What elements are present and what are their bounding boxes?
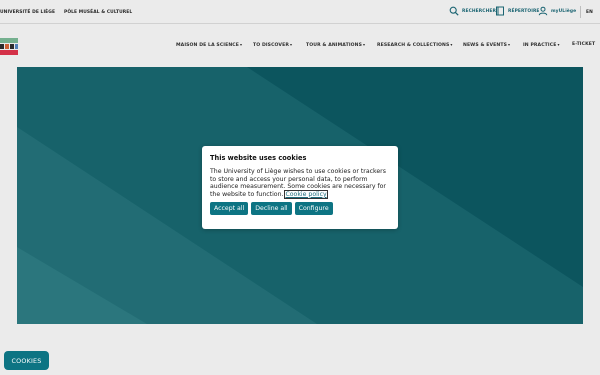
cookie-consent-dialog: This website uses cookies The University… xyxy=(202,146,398,229)
configure-button[interactable]: Configure xyxy=(294,202,333,216)
cookie-dialog-title: This website uses cookies xyxy=(210,154,307,162)
accept-all-button[interactable]: Accept all xyxy=(210,202,249,216)
cookie-policy-link[interactable]: Cookie policy xyxy=(284,189,328,199)
cookie-dialog-body: The University of Liège wishes to use co… xyxy=(210,168,390,199)
cookies-settings-button[interactable]: COOKIES xyxy=(4,351,49,370)
decline-all-button[interactable]: Decline all xyxy=(251,202,292,216)
cookie-dialog-actions: Accept all Decline all Configure xyxy=(210,202,390,216)
